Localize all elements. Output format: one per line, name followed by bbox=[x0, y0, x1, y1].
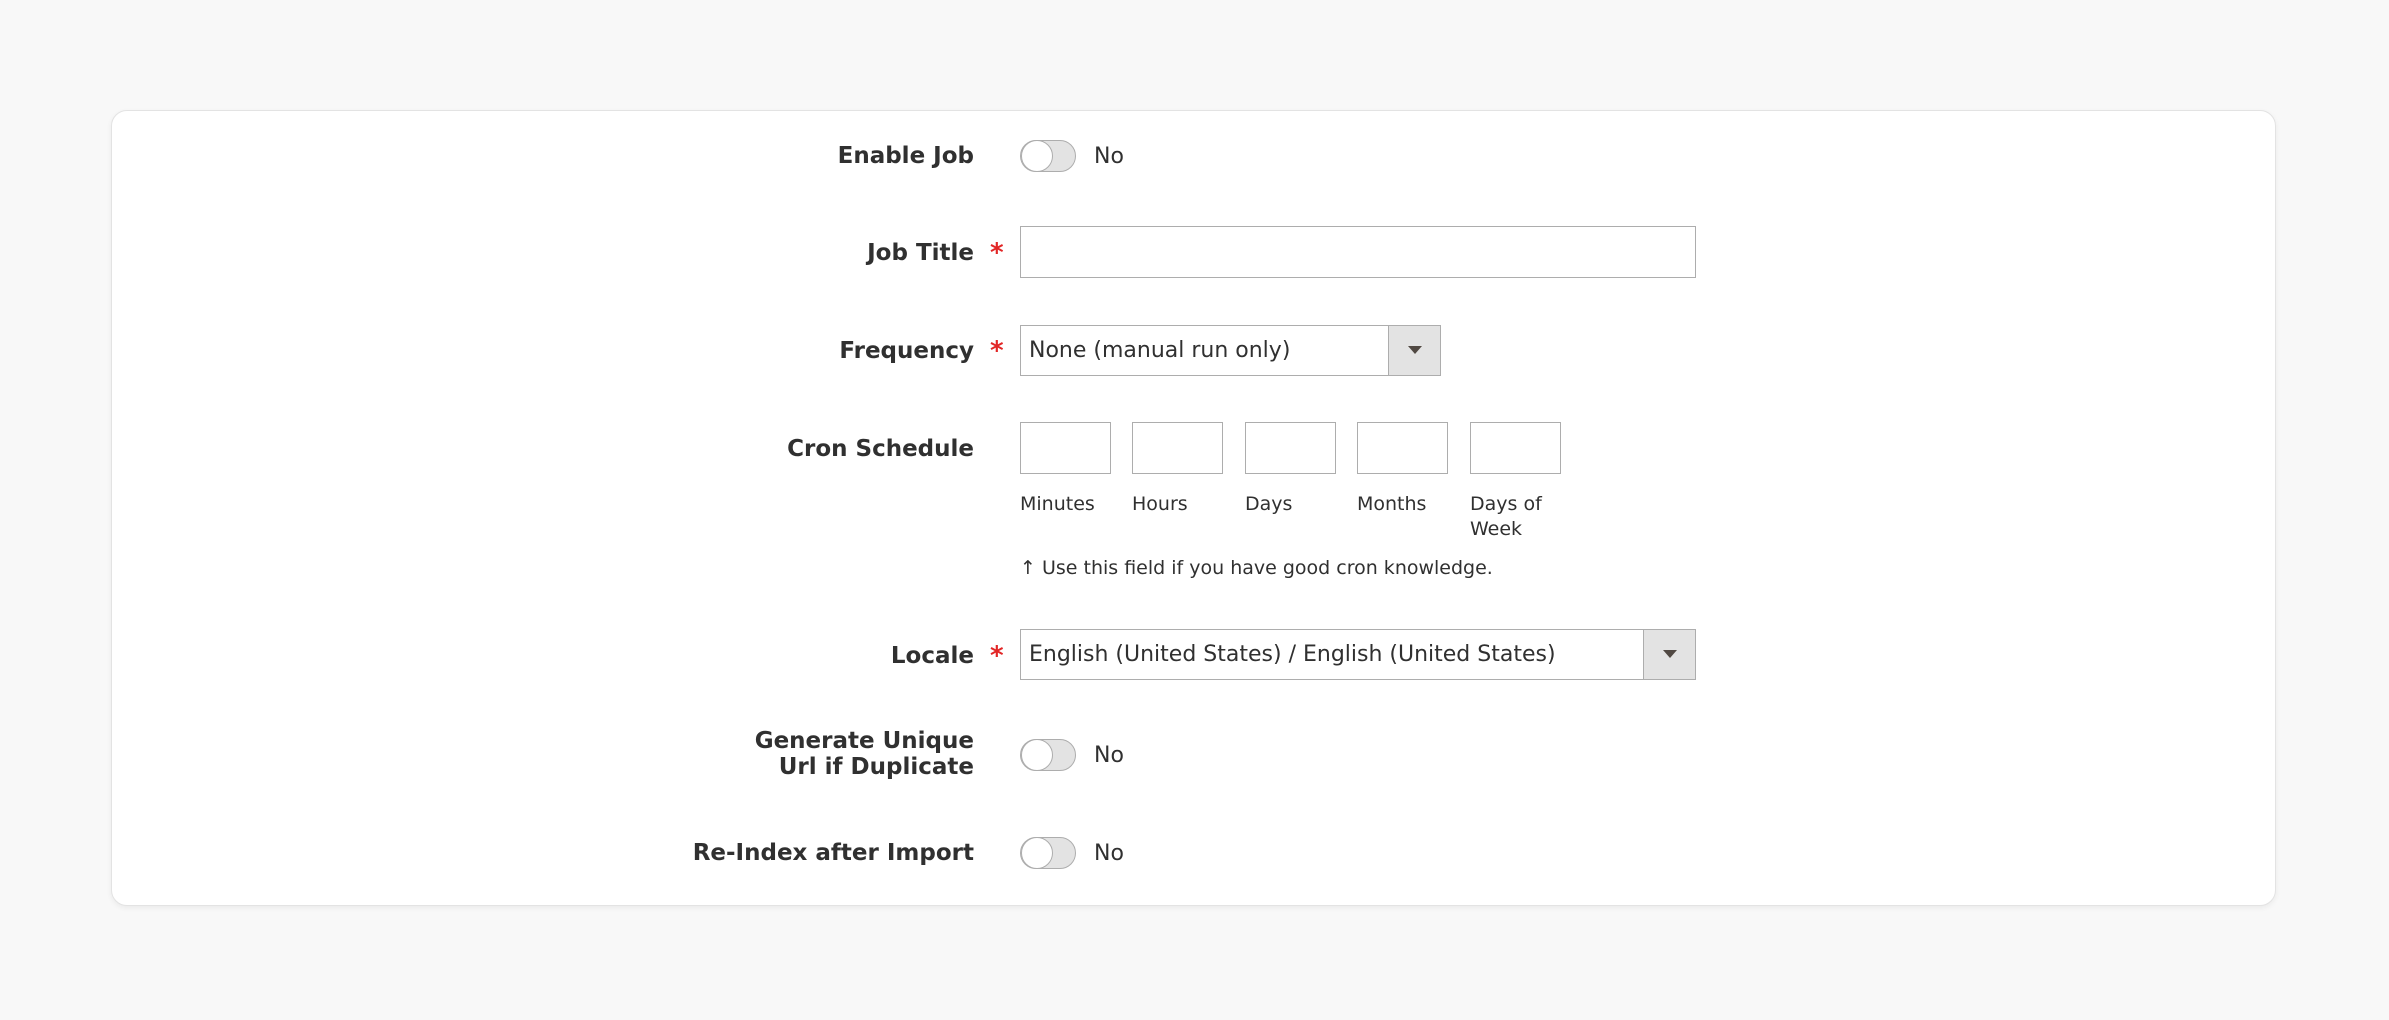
enable-job-toggle[interactable] bbox=[1020, 140, 1076, 172]
cron-minutes-input[interactable] bbox=[1020, 422, 1111, 474]
reindex-after-import-label: Re-Index after Import bbox=[692, 840, 974, 866]
chevron-down-icon bbox=[1663, 650, 1677, 658]
cron-months-input[interactable] bbox=[1357, 422, 1448, 474]
frequency-dropdown-button[interactable] bbox=[1388, 326, 1440, 375]
cron-minutes-label: Minutes bbox=[1020, 493, 1095, 515]
reindex-after-import-value: No bbox=[1094, 841, 1124, 866]
frequency-label: Frequency bbox=[839, 338, 974, 364]
generate-unique-url-value: No bbox=[1094, 743, 1124, 768]
cron-help-note: ↑ Use this field if you have good cron k… bbox=[1020, 557, 1493, 579]
locale-selected-value: English (United States) / English (Unite… bbox=[1029, 642, 1556, 667]
toggle-knob bbox=[1021, 837, 1053, 869]
locale-label: Locale bbox=[890, 643, 974, 669]
cron-schedule-label: Cron Schedule bbox=[787, 436, 974, 462]
reindex-after-import-toggle[interactable] bbox=[1020, 837, 1076, 869]
cron-days-of-week-label: Days of Week bbox=[1470, 493, 1542, 540]
cron-hours-label: Hours bbox=[1132, 493, 1188, 515]
frequency-select[interactable]: None (manual run only) bbox=[1020, 325, 1441, 376]
toggle-knob bbox=[1021, 739, 1053, 771]
toggle-knob bbox=[1021, 140, 1053, 172]
frequency-selected-value: None (manual run only) bbox=[1029, 338, 1291, 363]
job-title-required-mark: * bbox=[990, 238, 1004, 268]
job-title-label: Job Title bbox=[867, 240, 974, 266]
locale-required-mark: * bbox=[990, 641, 1004, 671]
enable-job-label: Enable Job bbox=[837, 143, 974, 169]
generate-unique-url-label: Generate Unique Url if Duplicate bbox=[754, 728, 974, 780]
cron-days-input[interactable] bbox=[1245, 422, 1336, 474]
cron-days-label: Days bbox=[1245, 493, 1293, 515]
chevron-down-icon bbox=[1408, 346, 1422, 354]
frequency-required-mark: * bbox=[990, 336, 1004, 366]
job-title-input[interactable] bbox=[1020, 226, 1696, 278]
enable-job-value: No bbox=[1094, 144, 1124, 169]
locale-dropdown-button[interactable] bbox=[1643, 630, 1695, 679]
cron-hours-input[interactable] bbox=[1132, 422, 1223, 474]
locale-select[interactable]: English (United States) / English (Unite… bbox=[1020, 629, 1696, 680]
cron-days-of-week-input[interactable] bbox=[1470, 422, 1561, 474]
cron-months-label: Months bbox=[1357, 493, 1427, 515]
generate-unique-url-toggle[interactable] bbox=[1020, 739, 1076, 771]
